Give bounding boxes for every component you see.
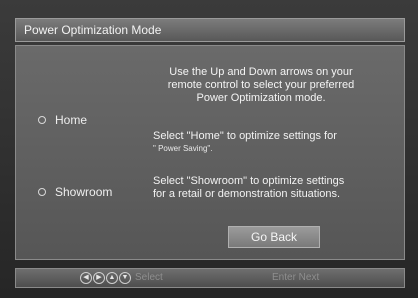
home-desc-line-1: Select "Home" to optimize settings for	[153, 130, 337, 142]
intro-line-2: remote control to select your preferred	[167, 79, 355, 91]
showroom-desc-line-1: Select "Showroom" to optimize settings	[153, 175, 345, 187]
nav-icons: ◀ ▶ ▲ ▼	[80, 272, 131, 284]
right-arrow-icon: ▶	[93, 272, 105, 284]
enter-next-hint: Enter Next	[272, 272, 320, 283]
option-showroom[interactable]: Showroom	[38, 185, 112, 199]
showroom-desc-line-2: for a retail or demonstration situations…	[153, 188, 341, 200]
option-showroom-label: Showroom	[55, 185, 113, 199]
option-home-label: Home	[55, 113, 88, 127]
left-arrow-icon: ◀	[80, 272, 92, 284]
option-home[interactable]: Home	[38, 113, 87, 127]
down-arrow-icon: ▼	[119, 272, 131, 284]
intro-line-1: Use the Up and Down arrows on your	[169, 66, 353, 78]
radio-icon	[38, 188, 46, 196]
up-arrow-icon: ▲	[106, 272, 118, 284]
select-hint: Select	[135, 272, 163, 283]
intro-text: Use the Up and Down arrows on your remot…	[146, 66, 376, 105]
footer-bar: ◀ ▶ ▲ ▼ Select Enter Next	[15, 268, 405, 288]
tv-screen: Power Optimization Mode Use the Up and D…	[0, 0, 418, 298]
go-back-button[interactable]: Go Back	[228, 226, 320, 248]
intro-line-3: Power Optimization mode.	[196, 92, 326, 104]
page-title: Power Optimization Mode	[24, 23, 162, 37]
showroom-description: Select "Showroom" to optimize settings f…	[153, 175, 393, 201]
home-desc-line-2: " Power Saving".	[153, 144, 213, 153]
menu-panel: Use the Up and Down arrows on your remot…	[15, 45, 405, 260]
radio-icon	[38, 116, 46, 124]
title-bar: Power Optimization Mode	[15, 18, 405, 42]
home-description: Select "Home" to optimize settings for "…	[153, 130, 393, 154]
